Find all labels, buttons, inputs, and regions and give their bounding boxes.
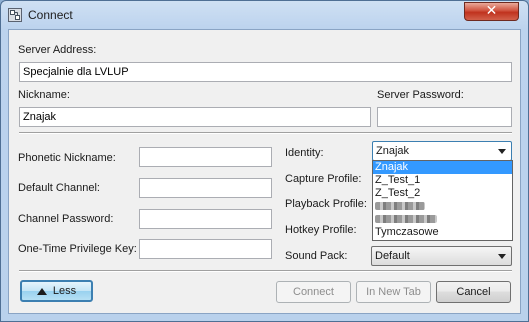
default-channel-label: Default Channel: <box>18 182 100 194</box>
privilege-key-input[interactable] <box>139 239 272 259</box>
triangle-up-icon <box>36 288 47 295</box>
close-icon: ✕ <box>485 2 498 18</box>
less-button[interactable]: Less <box>20 280 93 302</box>
identity-option-blurred[interactable] <box>373 200 512 213</box>
window-title: Connect <box>28 8 73 22</box>
identity-option[interactable]: Z_Test_2 <box>373 187 512 200</box>
identity-option-blurred[interactable] <box>373 213 512 226</box>
section-divider <box>19 270 512 272</box>
sound-pack-select[interactable]: Default <box>371 246 512 266</box>
title-bar[interactable]: Connect ✕ <box>1 1 528 29</box>
channel-password-label: Channel Password: <box>18 213 114 225</box>
identity-option[interactable]: Tymczasowe <box>373 226 512 239</box>
in-new-tab-button[interactable]: In New Tab <box>356 281 431 303</box>
chevron-down-icon <box>498 254 506 259</box>
capture-profile-label: Capture Profile: <box>285 173 362 185</box>
identity-dropdown-list: Znajak Z_Test_1 Z_Test_2 Tymczasowe <box>372 160 513 241</box>
server-address-label: Server Address: <box>18 44 97 56</box>
identity-option[interactable]: Znajak <box>373 161 512 174</box>
nickname-label: Nickname: <box>18 89 70 101</box>
redacted-text <box>375 202 425 210</box>
redacted-text <box>375 215 437 223</box>
server-password-input[interactable] <box>377 107 512 127</box>
default-channel-input[interactable] <box>139 178 272 198</box>
hotkey-profile-label: Hotkey Profile: <box>285 224 357 236</box>
channel-password-input[interactable] <box>139 209 272 229</box>
sound-pack-label: Sound Pack: <box>285 250 348 262</box>
privilege-key-label: One-Time Privilege Key: <box>18 243 137 255</box>
section-divider <box>19 132 512 134</box>
less-button-label: Less <box>52 285 77 297</box>
nickname-input[interactable]: Znajak <box>19 107 371 127</box>
server-address-input[interactable]: Specjalnie dla LVLUP <box>19 62 512 82</box>
chevron-down-icon <box>498 149 506 154</box>
sound-pack-selected-value: Default <box>375 250 410 262</box>
cancel-button[interactable]: Cancel <box>436 281 511 303</box>
identity-label: Identity: <box>285 147 324 159</box>
identity-selected-value: Znajak <box>376 145 410 157</box>
connect-button[interactable]: Connect <box>276 281 351 303</box>
identity-select[interactable]: Znajak <box>372 141 512 161</box>
playback-profile-label: Playback Profile: <box>285 198 367 210</box>
server-password-label: Server Password: <box>377 89 464 101</box>
phonetic-nickname-input[interactable] <box>139 147 272 167</box>
teamspeak-app-icon <box>8 8 22 22</box>
connect-dialog: Connect ✕ Server Address: Specjalnie dla… <box>0 0 529 322</box>
dialog-content: Server Address: Specjalnie dla LVLUP Nic… <box>8 29 521 314</box>
close-button[interactable]: ✕ <box>464 2 519 21</box>
phonetic-nickname-label: Phonetic Nickname: <box>18 152 116 164</box>
identity-option[interactable]: Z_Test_1 <box>373 174 512 187</box>
